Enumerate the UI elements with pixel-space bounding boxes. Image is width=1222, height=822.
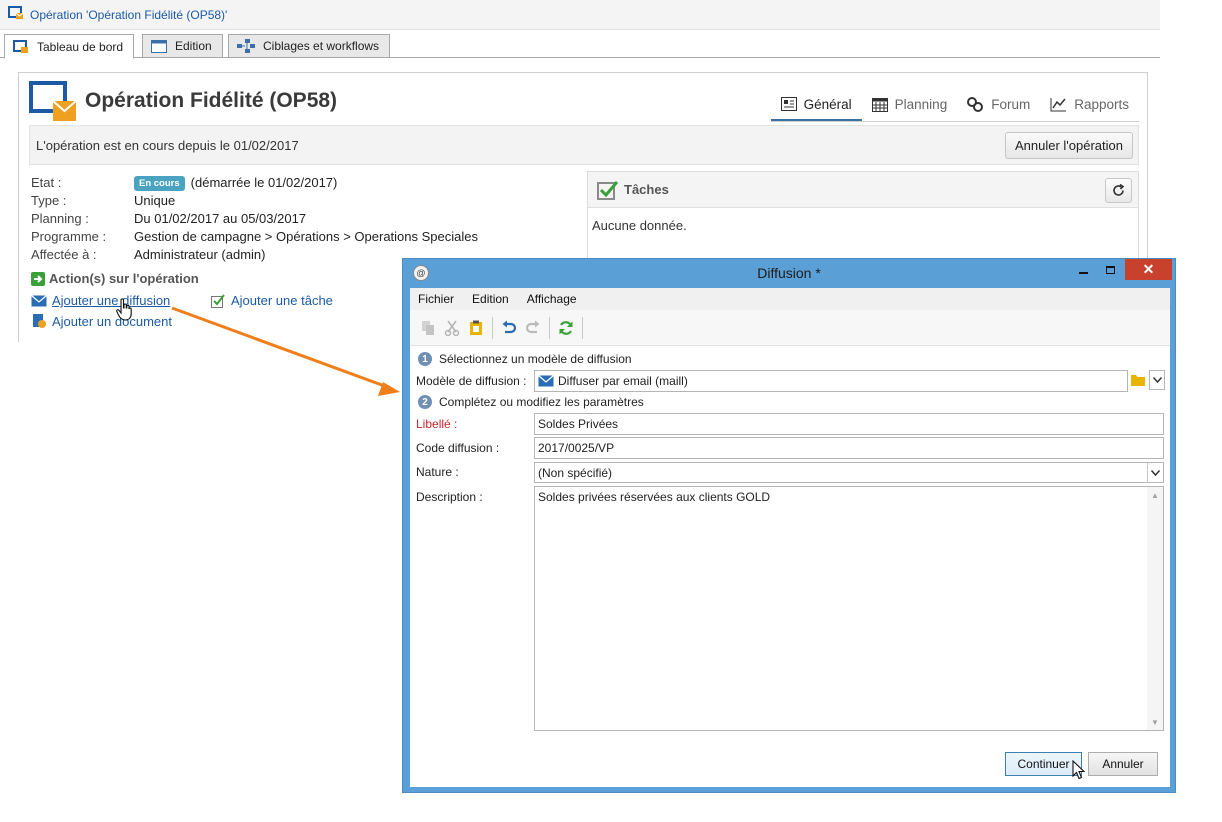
dialog-toolbar bbox=[410, 310, 1170, 346]
copy-icon bbox=[420, 320, 436, 336]
toolbar-separator bbox=[582, 316, 583, 339]
libelle-label: Libellé : bbox=[416, 417, 458, 431]
dialog-titlebar[interactable]: @ Diffusion * ✕ bbox=[403, 259, 1175, 287]
nature-value: (Non spécifié) bbox=[538, 465, 613, 480]
redo-icon bbox=[525, 320, 541, 336]
copy-button[interactable] bbox=[416, 316, 440, 340]
minimize-button[interactable] bbox=[1073, 259, 1093, 280]
description-label: Description : bbox=[416, 490, 483, 504]
cut-icon bbox=[444, 320, 460, 336]
menu-edit[interactable]: Edition bbox=[463, 292, 518, 306]
libelle-input[interactable]: Soldes Privées bbox=[534, 413, 1164, 435]
step-2: 2 Complétez ou modifiez les paramètres bbox=[418, 395, 644, 409]
model-dropdown-button[interactable] bbox=[1149, 370, 1165, 390]
description-scrollbar[interactable]: ▲ ▼ bbox=[1147, 487, 1163, 730]
nature-select[interactable]: (Non spécifié) bbox=[534, 462, 1164, 483]
refresh-icon bbox=[558, 320, 574, 336]
hand-cursor-icon bbox=[116, 298, 132, 321]
close-button[interactable]: ✕ bbox=[1125, 259, 1172, 280]
model-field[interactable]: Diffuser par email (maill) bbox=[534, 370, 1128, 392]
description-value: Soldes privées réservées aux clients GOL… bbox=[538, 490, 771, 504]
minimize-icon bbox=[1078, 271, 1088, 274]
step-number: 2 bbox=[418, 395, 432, 409]
toolbar-separator bbox=[549, 316, 550, 339]
maximize-icon bbox=[1105, 265, 1115, 274]
model-label: Modèle de diffusion : bbox=[416, 374, 527, 388]
code-input[interactable]: 2017/0025/VP bbox=[534, 437, 1164, 459]
refresh-toolbar-button[interactable] bbox=[554, 316, 578, 340]
paste-button[interactable] bbox=[464, 316, 488, 340]
menu-file[interactable]: Fichier bbox=[410, 292, 463, 306]
scroll-down-icon[interactable]: ▼ bbox=[1147, 714, 1163, 730]
annotation-arrow-line bbox=[171, 306, 391, 390]
folder-icon[interactable] bbox=[1131, 374, 1145, 386]
email-icon bbox=[538, 375, 554, 387]
menu-bar: Fichier Edition Affichage bbox=[410, 288, 1170, 310]
maximize-button[interactable] bbox=[1100, 259, 1120, 280]
chevron-down-icon bbox=[1151, 470, 1160, 476]
dialog-body: Fichier Edition Affichage 1 Sélectionnez… bbox=[410, 288, 1170, 787]
toolbar-separator bbox=[492, 316, 493, 339]
step-1: 1 Sélectionnez un modèle de diffusion bbox=[418, 352, 632, 366]
nature-dropdown-button[interactable] bbox=[1147, 463, 1163, 483]
dialog-title: Diffusion * bbox=[757, 265, 821, 281]
scroll-up-icon[interactable]: ▲ bbox=[1147, 487, 1163, 503]
cut-button[interactable] bbox=[440, 316, 464, 340]
undo-icon bbox=[501, 320, 517, 336]
paste-icon bbox=[468, 320, 484, 336]
delivery-dialog: @ Diffusion * ✕ Fichier Edition Affichag… bbox=[402, 258, 1176, 793]
model-value: Diffuser par email (maill) bbox=[558, 374, 688, 388]
step-number: 1 bbox=[418, 352, 432, 366]
step-label: Complétez ou modifiez les paramètres bbox=[439, 395, 644, 409]
menu-view[interactable]: Affichage bbox=[518, 292, 586, 306]
pointer-cursor-icon bbox=[1072, 760, 1086, 780]
description-textarea[interactable]: Soldes privées réservées aux clients GOL… bbox=[534, 486, 1164, 731]
cancel-button[interactable]: Annuler bbox=[1088, 752, 1158, 776]
redo-button[interactable] bbox=[521, 316, 545, 340]
nature-label: Nature : bbox=[416, 465, 459, 479]
continue-button[interactable]: Continuer bbox=[1005, 752, 1082, 776]
code-label: Code diffusion : bbox=[416, 441, 500, 455]
close-icon: ✕ bbox=[1142, 261, 1155, 277]
undo-button[interactable] bbox=[497, 316, 521, 340]
step-label: Sélectionnez un modèle de diffusion bbox=[439, 352, 632, 366]
chevron-down-icon bbox=[1152, 377, 1162, 383]
